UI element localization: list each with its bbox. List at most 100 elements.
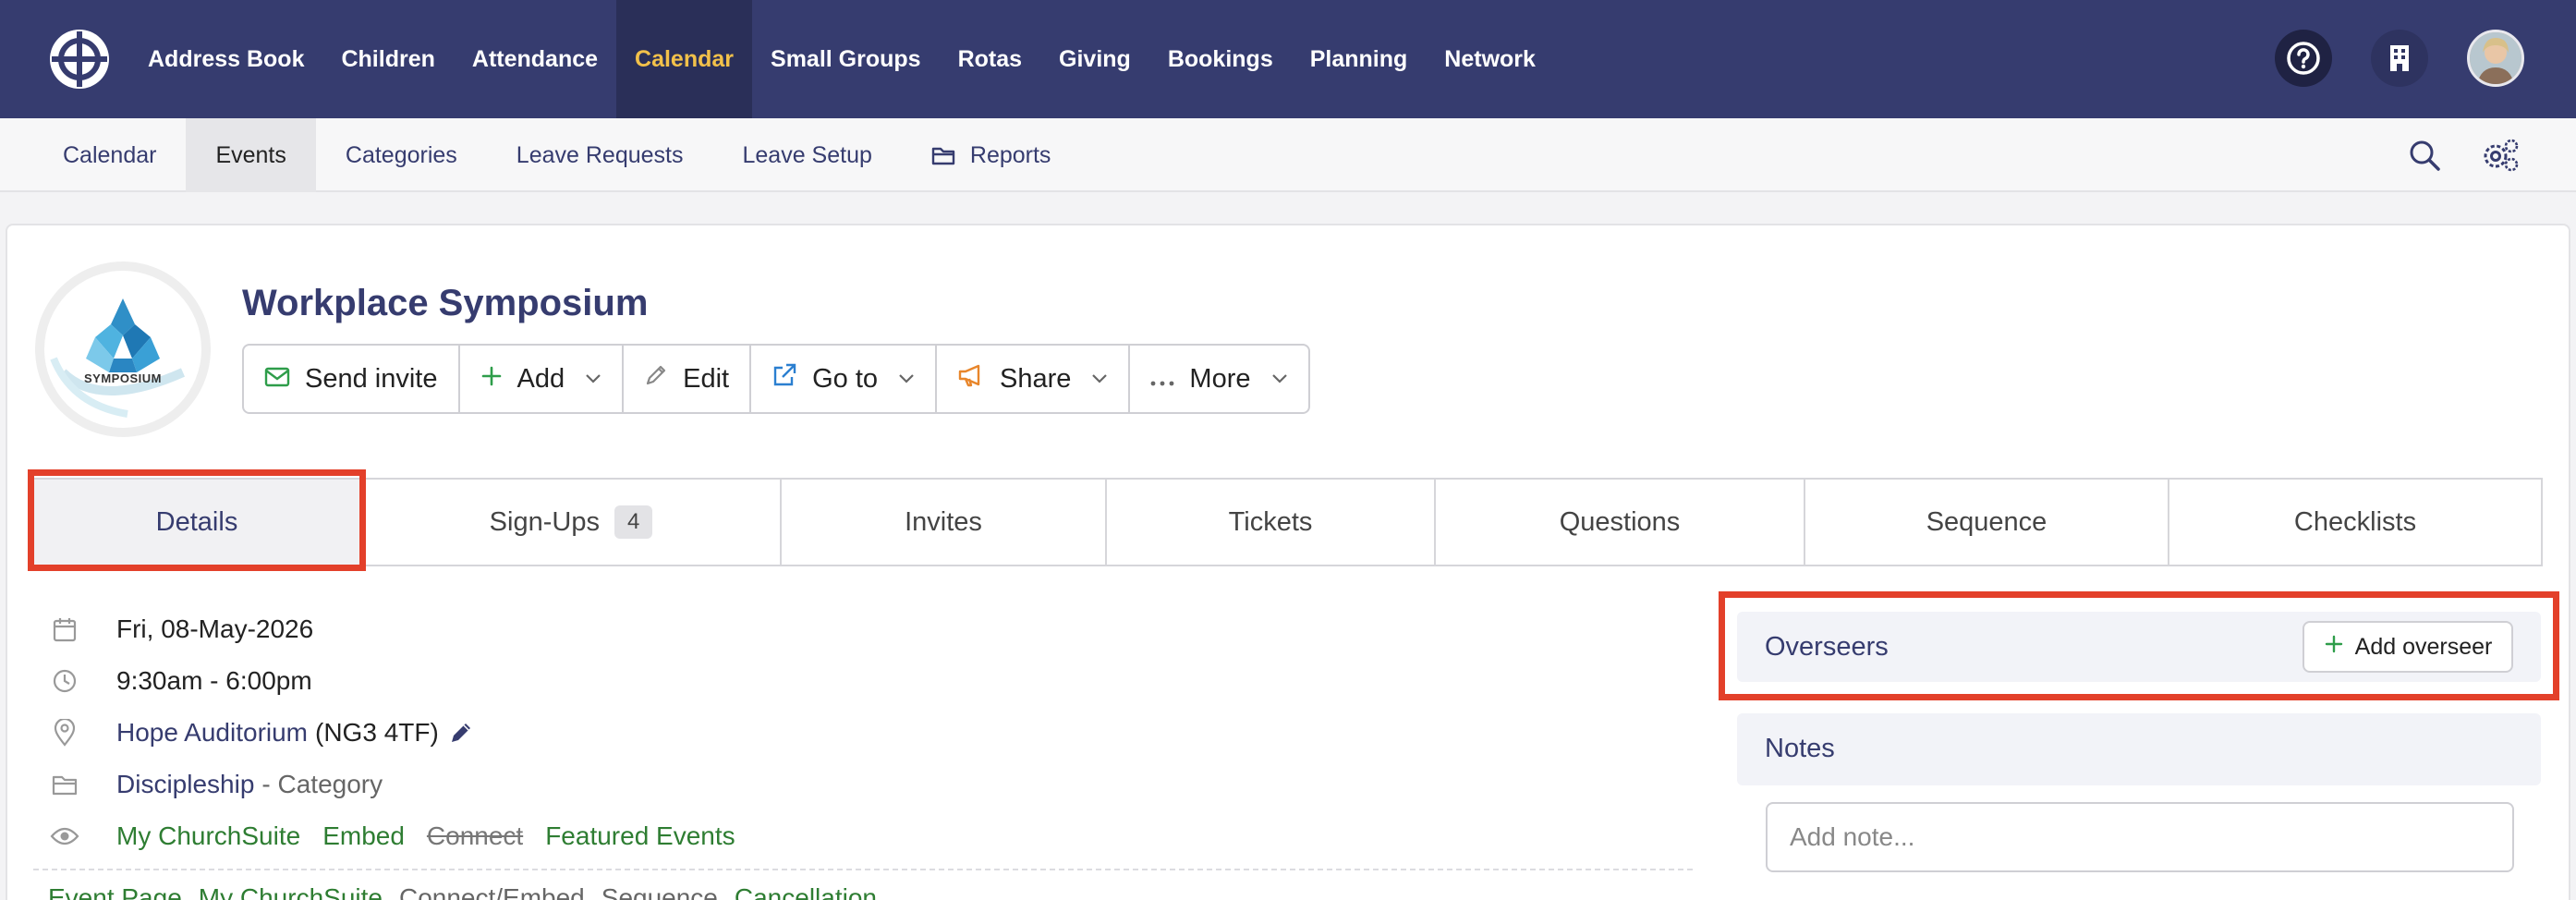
- share-button[interactable]: Share: [937, 346, 1131, 412]
- event-logo: SYMPOSIUM: [35, 261, 211, 437]
- megaphone-icon: [957, 363, 985, 395]
- more-button[interactable]: More: [1130, 346, 1307, 412]
- add-overseer-button[interactable]: Add overseer: [2303, 621, 2513, 673]
- tab-checklists[interactable]: Checklists: [2169, 480, 2541, 565]
- tab-questions-label: Questions: [1559, 506, 1681, 537]
- details-divider: [33, 869, 1693, 870]
- event-link-connect-embed[interactable]: Connect/Embed: [399, 883, 585, 900]
- tab-tickets[interactable]: Tickets: [1107, 480, 1436, 565]
- event-date: Fri, 08-May-2026: [116, 614, 314, 643]
- share-label: Share: [1000, 363, 1072, 394]
- detail-time-row: 9:30am - 6:00pm: [48, 661, 312, 701]
- add-overseer-label: Add overseer: [2354, 633, 2493, 660]
- nav-bookings[interactable]: Bookings: [1149, 0, 1292, 118]
- location-postcode: (NG3 4TF): [315, 718, 439, 747]
- nav-network[interactable]: Network: [1426, 0, 1554, 118]
- go-to-button[interactable]: Go to: [751, 346, 938, 412]
- overseers-title: Overseers: [1765, 632, 1889, 662]
- map-pin-icon: [48, 716, 81, 749]
- event-link-event-page[interactable]: Event Page: [48, 883, 182, 900]
- chevron-down-icon: [585, 373, 601, 384]
- nav-calendar[interactable]: Calendar: [616, 0, 753, 118]
- plus-icon: [480, 364, 503, 395]
- tab-checklists-label: Checklists: [2293, 506, 2417, 537]
- nav-children[interactable]: Children: [322, 0, 453, 118]
- subnav-leave-setup[interactable]: Leave Setup: [712, 118, 901, 192]
- tab-questions[interactable]: Questions: [1436, 480, 1805, 565]
- subnav-leave-requests[interactable]: Leave Requests: [487, 118, 713, 192]
- sign-ups-count-badge: 4: [614, 505, 653, 539]
- visibility-connect[interactable]: Connect: [427, 821, 523, 851]
- add-note-input[interactable]: [1766, 802, 2514, 872]
- subnav-reports[interactable]: Reports: [902, 118, 1081, 192]
- help-icon[interactable]: [2275, 30, 2332, 87]
- plus-icon: [2324, 634, 2344, 661]
- subnav-calendar[interactable]: Calendar: [33, 118, 186, 192]
- pencil-icon: [644, 363, 668, 395]
- calendar-icon: [48, 613, 81, 646]
- visibility-embed[interactable]: Embed: [322, 821, 405, 851]
- external-link-icon: [772, 362, 797, 395]
- event-logo-text: SYMPOSIUM: [84, 371, 162, 385]
- nav-attendance[interactable]: Attendance: [454, 0, 616, 118]
- chevron-down-icon: [1271, 373, 1288, 384]
- tab-details[interactable]: Details: [33, 480, 362, 565]
- event-title: Workplace Symposium: [242, 283, 649, 323]
- visibility-featured-events[interactable]: Featured Events: [545, 821, 735, 851]
- churchsuite-logo-icon[interactable]: [48, 28, 111, 91]
- add-label: Add: [516, 363, 565, 394]
- tab-sign-ups[interactable]: Sign-Ups 4: [362, 480, 782, 565]
- top-navbar: Address Book Children Attendance Calenda…: [0, 0, 2576, 118]
- event-links-row: Event Page My ChurchSuite Connect/Embed …: [48, 883, 877, 900]
- event-link-cancellation[interactable]: Cancellation: [735, 883, 877, 900]
- event-link-my-churchsuite[interactable]: My ChurchSuite: [199, 883, 383, 900]
- event-tabs: Details Sign-Ups 4 Invites Tickets Quest…: [31, 478, 2543, 566]
- tab-details-label: Details: [155, 506, 238, 537]
- settings-icon[interactable]: [2480, 135, 2521, 176]
- detail-category-row: Discipleship - Category: [48, 764, 383, 805]
- send-invite-label: Send invite: [305, 363, 438, 394]
- edit-location-pencil-icon[interactable]: [448, 720, 474, 746]
- detail-date-row: Fri, 08-May-2026: [48, 609, 313, 650]
- add-button[interactable]: Add: [460, 346, 625, 412]
- location-link[interactable]: Hope Auditorium: [116, 718, 308, 748]
- edit-label: Edit: [683, 363, 730, 394]
- tab-tickets-label: Tickets: [1228, 506, 1313, 537]
- notes-title: Notes: [1765, 734, 1835, 763]
- avatar[interactable]: [2467, 30, 2524, 87]
- folder-icon: [931, 145, 955, 165]
- visibility-my-churchsuite[interactable]: My ChurchSuite: [116, 821, 300, 851]
- detail-visibility-row: My ChurchSuite Embed Connect Featured Ev…: [48, 816, 735, 857]
- send-invite-button[interactable]: Send invite: [244, 346, 460, 412]
- ellipsis-icon: [1150, 364, 1174, 395]
- subnav-reports-label: Reports: [969, 141, 1051, 168]
- edit-button[interactable]: Edit: [624, 346, 752, 412]
- more-label: More: [1189, 363, 1251, 394]
- chevron-down-icon: [898, 373, 915, 384]
- subnav-categories[interactable]: Categories: [316, 118, 487, 192]
- folder-icon: [48, 768, 81, 801]
- nav-planning[interactable]: Planning: [1292, 0, 1427, 118]
- building-icon[interactable]: [2371, 30, 2428, 87]
- notes-panel: Notes: [1737, 713, 2541, 785]
- category-suffix: - Category: [261, 770, 383, 798]
- tab-invites[interactable]: Invites: [782, 480, 1107, 565]
- nav-giving[interactable]: Giving: [1040, 0, 1149, 118]
- detail-location-row: Hope Auditorium (NG3 4TF): [48, 712, 474, 753]
- tab-invites-label: Invites: [905, 506, 982, 537]
- nav-address-book[interactable]: Address Book: [129, 0, 322, 118]
- event-actions: Send invite Add Edit Go to Share More: [242, 344, 1310, 414]
- chevron-down-icon: [1091, 373, 1108, 384]
- nav-rotas[interactable]: Rotas: [940, 0, 1040, 118]
- tab-sequence[interactable]: Sequence: [1805, 480, 2169, 565]
- sub-navbar: Calendar Events Categories Leave Request…: [0, 118, 2576, 192]
- category-link[interactable]: Discipleship: [116, 770, 254, 799]
- clock-icon: [48, 664, 81, 698]
- subnav-events[interactable]: Events: [186, 118, 316, 192]
- event-link-sequence[interactable]: Sequence: [601, 883, 718, 900]
- search-icon[interactable]: [2404, 135, 2445, 176]
- event-time: 9:30am - 6:00pm: [116, 666, 312, 695]
- tab-sequence-label: Sequence: [1926, 506, 2047, 537]
- nav-small-groups[interactable]: Small Groups: [752, 0, 940, 118]
- eye-icon: [48, 820, 81, 853]
